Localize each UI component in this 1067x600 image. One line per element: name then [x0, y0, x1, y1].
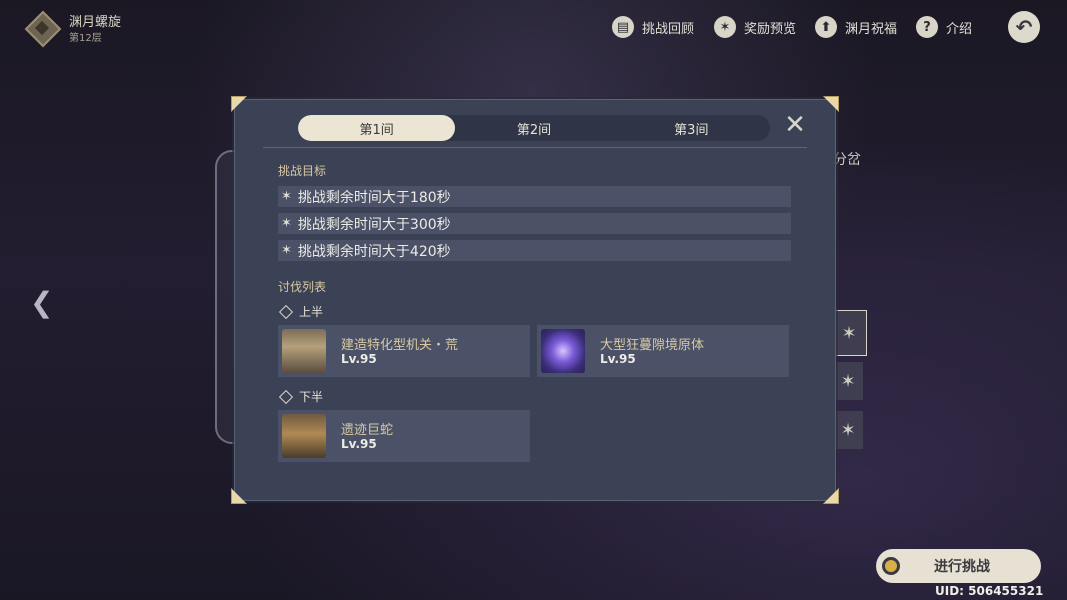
- corner-ornament: [823, 96, 839, 112]
- corner-ornament: [823, 488, 839, 504]
- corner-ornament: [231, 96, 247, 112]
- diamond-icon: [278, 304, 294, 319]
- enemy-level: Lv.95: [341, 437, 377, 451]
- objective-row: ✶ 挑战剩余时间大于180秒: [278, 186, 791, 207]
- tab-chamber-3[interactable]: 第3间: [613, 115, 770, 141]
- star-slot-icon: ✶: [833, 362, 863, 400]
- blessing-label: 渊月祝福: [845, 21, 898, 37]
- branch-label: 分岔: [833, 152, 861, 168]
- star-badge-icon: ✶: [714, 16, 736, 38]
- floor-label: 第12层: [69, 33, 102, 44]
- enemy-name: 建造特化型机关・荒: [341, 338, 459, 353]
- first-half-label: 上半: [278, 303, 323, 320]
- enemy-portrait: [282, 329, 326, 373]
- left-arrow-icon[interactable]: ❮: [30, 286, 53, 319]
- objective-text: 挑战剩余时间大于420秒: [297, 243, 451, 260]
- challenge-review-label: 挑战回顾: [642, 21, 695, 37]
- objective-text: 挑战剩余时间大于300秒: [297, 216, 451, 233]
- enemy-list-heading: 讨伐列表: [278, 280, 327, 294]
- page-title: 渊月螺旋: [69, 15, 122, 30]
- intro-label: 介绍: [946, 21, 973, 37]
- book-icon: ▤: [612, 16, 634, 38]
- chamber-detail-dialog: 第1间 第2间 第3间 ✕ 挑战目标 ✶ 挑战剩余时间大于180秒 ✶ 挑战剩余…: [231, 96, 839, 504]
- reward-preview-button[interactable]: ✶ 奖励预览: [714, 15, 796, 39]
- start-challenge-label: 进行挑战: [934, 559, 990, 575]
- close-icon[interactable]: ✕: [783, 112, 807, 138]
- star-slot-icon: ✶: [831, 310, 867, 356]
- objective-row: ✶ 挑战剩余时间大于300秒: [278, 213, 791, 234]
- ring-icon: [882, 557, 900, 575]
- enemy-portrait: [541, 329, 585, 373]
- star-slot-icon: ✶: [833, 411, 863, 449]
- intro-button[interactable]: ? 介绍: [916, 15, 972, 39]
- back-icon[interactable]: ↶: [1008, 11, 1040, 43]
- second-half-text: 下半: [299, 390, 324, 404]
- tab-chamber-1[interactable]: 第1间: [298, 115, 456, 141]
- enemy-name: 遗迹巨蛇: [341, 423, 394, 438]
- first-half-text: 上半: [299, 305, 324, 319]
- enemy-card[interactable]: 大型狂蔓隙境原体 Lv.95: [537, 325, 789, 377]
- enemy-portrait: [282, 414, 326, 458]
- second-half-label: 下半: [278, 388, 323, 405]
- enemy-card[interactable]: 建造特化型机关・荒 Lv.95: [278, 325, 530, 377]
- uid-label: UID: 506455321: [935, 584, 1044, 598]
- challenge-review-button[interactable]: ▤ 挑战回顾: [612, 15, 694, 39]
- enemy-level: Lv.95: [341, 352, 377, 366]
- diamond-icon: [278, 389, 294, 404]
- divider: [263, 147, 807, 148]
- enemy-card[interactable]: 遗迹巨蛇 Lv.95: [278, 410, 530, 462]
- help-icon: ?: [916, 16, 938, 38]
- star-icon: ✶: [281, 243, 292, 258]
- enemy-name: 大型狂蔓隙境原体: [600, 338, 705, 353]
- objective-text: 挑战剩余时间大于180秒: [297, 189, 451, 206]
- upgrade-icon: ⬆: [815, 16, 837, 38]
- objective-row: ✶ 挑战剩余时间大于420秒: [278, 240, 791, 261]
- corner-ornament: [231, 488, 247, 504]
- start-challenge-button[interactable]: 进行挑战: [876, 549, 1041, 583]
- top-bar: 渊月螺旋 第12层 ▤ 挑战回顾 ✶ 奖励预览 ⬆ 渊月祝福 ? 介绍 ↶: [0, 0, 1067, 56]
- enemy-level: Lv.95: [600, 352, 636, 366]
- star-icon: ✶: [281, 189, 292, 204]
- reward-preview-label: 奖励预览: [744, 21, 797, 37]
- blessing-button[interactable]: ⬆ 渊月祝福: [815, 15, 897, 39]
- tab-chamber-2[interactable]: 第2间: [455, 115, 612, 141]
- star-icon: ✶: [281, 216, 292, 231]
- abyss-logo-icon: [24, 10, 62, 48]
- objectives-heading: 挑战目标: [278, 164, 327, 178]
- chamber-tabs: 第1间 第2间 第3间: [298, 115, 770, 141]
